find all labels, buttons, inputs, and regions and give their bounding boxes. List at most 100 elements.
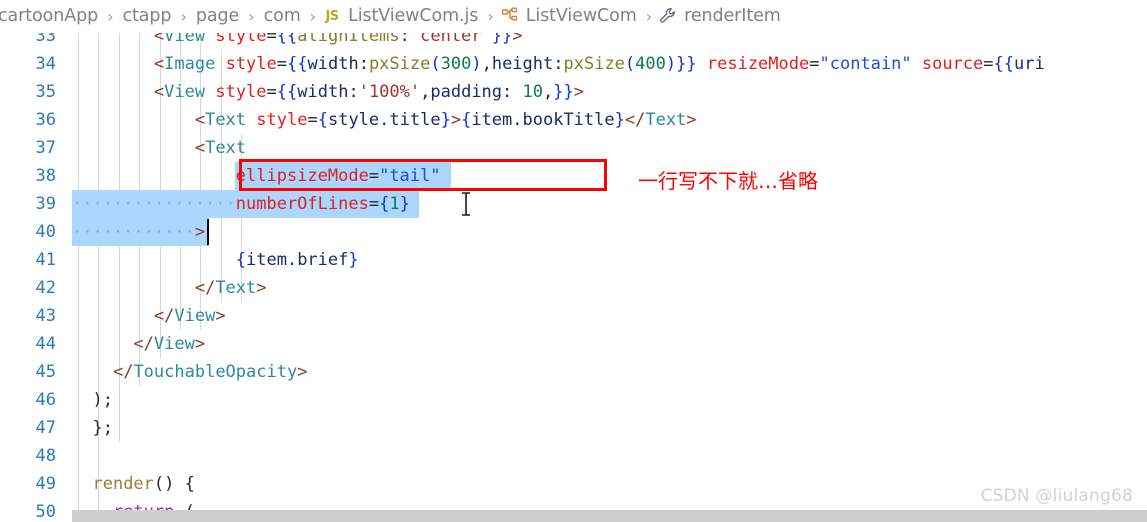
line-number: 39: [35, 194, 56, 214]
breadcrumb-item-label: renderItem: [684, 6, 781, 26]
line-number: 36: [35, 110, 56, 130]
code-token: ): [471, 54, 482, 74]
code-token: >: [297, 362, 308, 382]
code-token: Image: [164, 54, 216, 74]
text-caret: [206, 219, 209, 245]
code-token: >: [686, 110, 697, 130]
code-token: Text: [205, 138, 247, 158]
code-line-41[interactable]: {item.brief}: [72, 246, 359, 274]
code-surface[interactable]: <View style={{alignItems:'center'}}> <Im…: [72, 33, 1147, 522]
code-token: >: [450, 110, 462, 130]
code-token: =: [368, 166, 380, 186]
code-token: =: [809, 54, 820, 74]
code-token: }: [348, 250, 359, 270]
code-token: =: [368, 194, 380, 214]
code-token: <: [153, 33, 165, 46]
breadcrumb-separator: ›: [487, 6, 494, 26]
code-token: {: [461, 110, 472, 130]
code-token: </: [624, 110, 646, 130]
code-token: >: [215, 306, 226, 326]
breadcrumb-item-listviewcom[interactable]: ListViewCom: [499, 0, 641, 32]
code-token: >: [194, 222, 206, 242]
code-token: 10: [522, 82, 543, 102]
breadcrumb-item-com[interactable]: com: [260, 0, 305, 32]
code-token: =: [983, 54, 994, 74]
code-line-42[interactable]: </Text>: [72, 274, 267, 302]
code-token: render: [92, 474, 154, 494]
breadcrumb-item-renderitem[interactable]: renderItem: [657, 0, 785, 32]
line-number: 42: [35, 278, 56, 298]
code-token: {{: [287, 54, 308, 74]
code-token: View: [164, 82, 206, 102]
horizontal-scrollbar[interactable]: [72, 510, 1147, 522]
code-token: {: [379, 194, 390, 214]
code-token: {: [235, 250, 247, 270]
code-token: };: [92, 418, 113, 438]
code-token: numberOfLines: [235, 194, 369, 214]
method-wrench-icon: [658, 6, 678, 26]
code-line-49[interactable]: render() {: [72, 470, 194, 498]
code-line-45[interactable]: </TouchableOpacity>: [72, 358, 308, 386]
breadcrumb-item-ctapp[interactable]: ctapp: [119, 0, 176, 32]
code-token: <: [153, 54, 165, 74]
code-token: }}: [491, 33, 513, 46]
code-token: (: [624, 54, 636, 74]
code-token: :: [399, 33, 410, 46]
code-token: </: [153, 306, 175, 326]
code-token: </: [112, 362, 134, 382]
code-line-34[interactable]: <Image style={{width:pxSize(300),height:…: [72, 50, 1045, 78]
code-line-44[interactable]: </View>: [72, 330, 205, 358]
code-token: {: [317, 110, 328, 130]
breadcrumb-item-cartoonapp[interactable]: cartoonApp: [0, 0, 102, 32]
code-line-39[interactable]: numberOfLines={1}: [72, 190, 410, 218]
breadcrumb-item-label: ctapp: [122, 6, 172, 26]
breadcrumb[interactable]: cartoonApp › ctapp › page › com › JS ListViewCom.…: [0, 0, 1141, 33]
breadcrumb-separator: ›: [180, 6, 187, 26]
line-number: 45: [35, 362, 56, 382]
code-editor[interactable]: 33343536373839404142434445464748495051 <…: [0, 33, 1147, 522]
code-token: pxSize: [563, 54, 625, 74]
line-number: 34: [35, 54, 56, 74]
line-number: 37: [35, 138, 56, 158]
code-token: TouchableOpacity: [133, 362, 298, 382]
code-line-35[interactable]: <View style={{width:'100%',padding: 10,}…: [72, 78, 584, 106]
code-token: Text: [205, 110, 247, 130]
code-line-40[interactable]: >: [72, 218, 205, 246]
code-token: }}: [676, 54, 697, 74]
code-token: 400: [635, 54, 666, 74]
code-line-33[interactable]: <View style={{alignItems:'center'}}>: [72, 33, 523, 50]
code-line-38[interactable]: ellipsizeMode="tail": [72, 162, 441, 190]
code-token: (: [430, 54, 441, 74]
code-token: ): [665, 54, 677, 74]
code-token: :: [348, 82, 359, 102]
breadcrumb-item-listviewcom-js[interactable]: JS ListViewCom.js: [321, 0, 482, 32]
code-token: View: [164, 33, 206, 46]
code-token: ,: [543, 82, 554, 102]
code-line-46[interactable]: );: [72, 386, 112, 414]
code-token: height: [491, 54, 554, 74]
code-token: }: [399, 194, 410, 214]
code-token: "contain": [819, 54, 912, 74]
code-token: style: [215, 82, 267, 102]
code-token: =: [307, 110, 318, 130]
line-number: 33: [35, 33, 56, 46]
code-line-36[interactable]: <Text style={style.title}>{item.bookTitl…: [72, 106, 697, 134]
code-token: >: [256, 278, 267, 298]
code-token: <: [153, 82, 165, 102]
code-line-43[interactable]: </View>: [72, 302, 226, 330]
code-token: style.title: [327, 110, 441, 130]
breadcrumb-item-label: com: [263, 6, 301, 26]
code-token: padding: [430, 82, 503, 102]
breadcrumb-item-page[interactable]: page: [192, 0, 243, 32]
code-line-47[interactable]: };: [72, 414, 113, 442]
code-line-37[interactable]: <Text: [72, 134, 246, 162]
